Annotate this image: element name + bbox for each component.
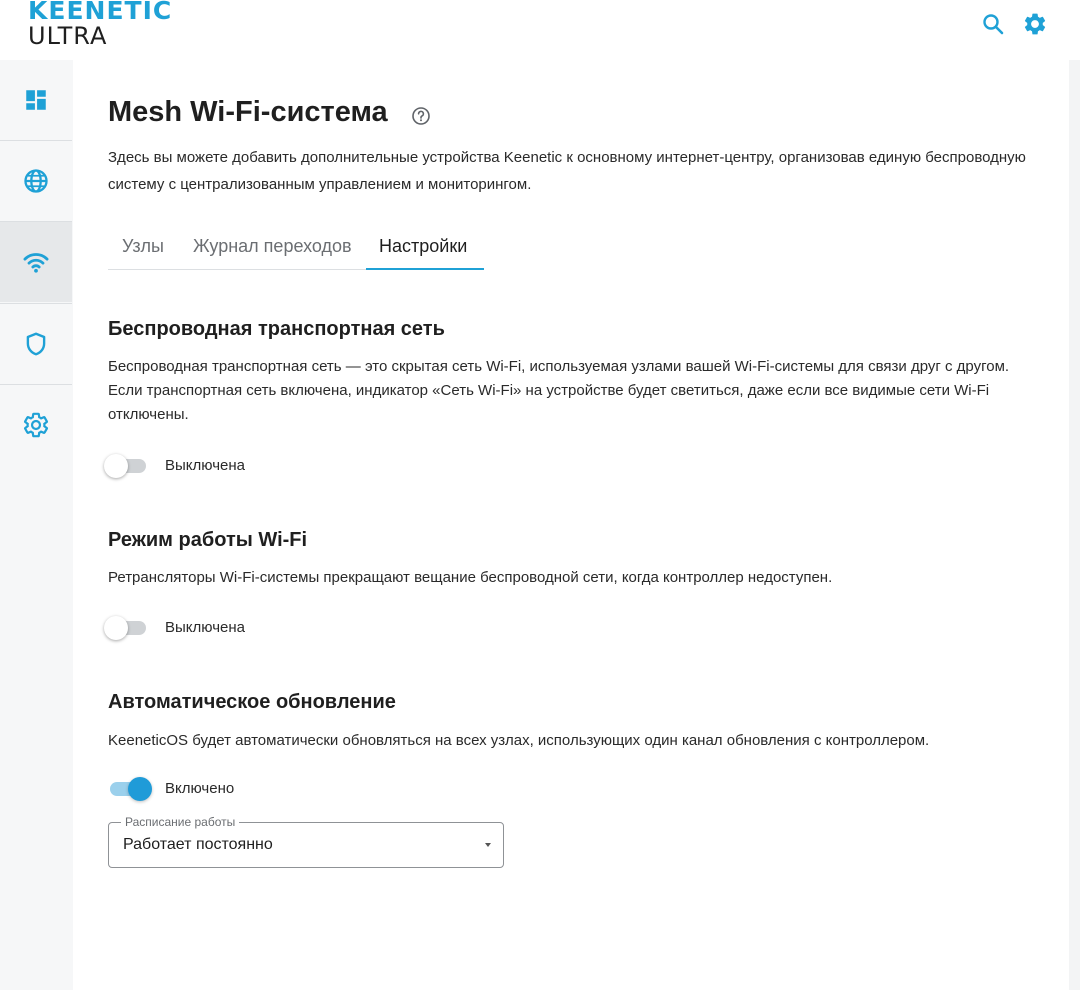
wifi-mode-description: Ретрансляторы Wi-Fi-системы прекращают в… xyxy=(108,569,833,586)
toggle-thumb xyxy=(104,616,128,640)
wifi-mode-section-title: Режим работы Wi-Fi xyxy=(108,529,308,551)
auto-update-toggle-label: Включено xyxy=(165,780,235,797)
toggle-thumb xyxy=(128,777,152,801)
backhaul-toggle-label: Выключена xyxy=(165,457,245,474)
logo-model: ULTRA xyxy=(28,22,108,50)
auto-update-description: KeeneticOS будет автоматически обновлять… xyxy=(108,732,930,749)
schedule-select-value: Работает постоянно xyxy=(123,836,273,853)
gear-icon xyxy=(23,412,49,438)
schedule-select-label: Расписание работы xyxy=(121,815,240,829)
tab-nodes[interactable]: Узлы xyxy=(122,236,164,257)
page-title: Mesh Wi-Fi-система xyxy=(108,96,388,128)
tab-bar: Узлы Журнал переходов Настройки xyxy=(108,226,484,270)
gear-icon xyxy=(1024,13,1046,35)
sidebar-item-internet[interactable] xyxy=(0,141,72,221)
sidebar xyxy=(0,60,72,990)
wifi-mode-toggle-label: Выключена xyxy=(165,619,245,636)
dashboard-icon xyxy=(26,90,46,110)
sidebar-item-wifi[interactable] xyxy=(0,222,72,302)
backhaul-toggle[interactable] xyxy=(104,452,150,480)
help-button[interactable] xyxy=(411,106,431,126)
auto-update-toggle[interactable] xyxy=(104,775,152,803)
backhaul-section-title: Беспроводная транспортная сеть xyxy=(108,318,445,340)
tab-transition-log[interactable]: Журнал переходов xyxy=(193,236,352,257)
dropdown-arrow-icon xyxy=(485,843,491,847)
schedule-select[interactable]: Расписание работы Работает постоянно xyxy=(108,815,504,868)
help-circle-icon xyxy=(412,107,430,125)
top-header: KEENETIC ULTRA xyxy=(0,0,1080,60)
wifi-icon xyxy=(23,253,49,273)
sidebar-item-dashboard[interactable] xyxy=(0,60,72,140)
active-tab-indicator xyxy=(366,268,484,270)
page-description: Здесь вы можете добавить дополнительные … xyxy=(108,149,1026,193)
search-icon xyxy=(983,14,1004,35)
search-button[interactable] xyxy=(980,11,1006,37)
toggle-thumb xyxy=(104,454,128,478)
globe-icon xyxy=(24,169,48,193)
shield-icon xyxy=(26,332,46,356)
backhaul-description: Беспроводная транспортная сеть — это скр… xyxy=(108,358,1010,423)
tab-settings[interactable]: Настройки xyxy=(379,236,467,257)
sidebar-item-settings[interactable] xyxy=(0,385,72,465)
sidebar-item-security[interactable] xyxy=(0,304,72,384)
settings-button[interactable] xyxy=(1022,11,1048,37)
scroll-gutter xyxy=(1069,60,1080,990)
wifi-mode-toggle[interactable] xyxy=(104,614,150,642)
auto-update-section-title: Автоматическое обновление xyxy=(108,691,396,713)
logo-brand: KEENETIC xyxy=(28,0,173,25)
